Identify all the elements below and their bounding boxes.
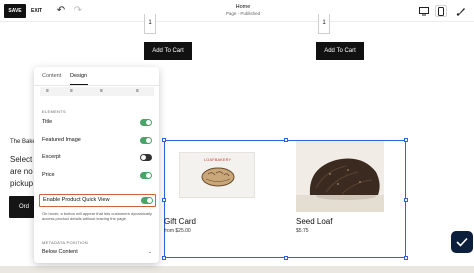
resize-handle[interactable]	[162, 256, 166, 260]
product-name[interactable]: Seed Loaf	[296, 217, 332, 226]
toggle-row-title: Title	[42, 118, 152, 128]
check-icon	[456, 237, 468, 247]
quick-view-toggle[interactable]	[141, 197, 153, 204]
toggle-label: Enable Product Quick View	[43, 197, 110, 203]
metadata-heading: METADATA POSITION	[42, 240, 88, 245]
resize-handle[interactable]	[404, 256, 408, 260]
toggle-label: Price	[42, 172, 55, 178]
tab-content[interactable]: Content	[42, 73, 61, 79]
toggle-row-excerpt: Excerpt	[42, 153, 152, 163]
exit-button[interactable]: EXIT	[31, 4, 42, 18]
page-title-block: Home Page · Published	[200, 4, 286, 17]
save-button[interactable]: SAVE	[4, 4, 26, 18]
add-to-cart-button[interactable]: Add To Cart	[144, 42, 192, 60]
resize-handle[interactable]	[284, 256, 288, 260]
toggle-label: Title	[42, 119, 53, 125]
quick-view-highlight: Enable Product Quick View	[39, 194, 156, 207]
tab-divider	[34, 85, 159, 86]
toggle-row-featured-image: Featured Image	[42, 136, 152, 146]
page-title: Home	[235, 4, 251, 10]
layout-option-icon[interactable]: ≡	[68, 88, 75, 94]
align-left-icon[interactable]: ≡	[44, 88, 51, 94]
product-price: $5.75	[296, 228, 309, 234]
checklist-button[interactable]	[451, 231, 473, 253]
toggle-row-quick-view: Enable Product Quick View	[43, 196, 153, 206]
title-toggle[interactable]	[140, 119, 152, 126]
toggle-label: Excerpt	[42, 154, 61, 160]
metadata-position-select[interactable]: Below Content ⌄	[42, 249, 152, 258]
quantity-field[interactable]: 1	[144, 14, 156, 34]
layout-option-icon[interactable]: ≡	[98, 88, 105, 94]
toggle-label: Featured Image	[42, 137, 81, 143]
redo-icon[interactable]: ↷	[72, 4, 84, 18]
resize-handle[interactable]	[404, 138, 408, 142]
selection-frame[interactable]	[162, 138, 408, 260]
desktop-icon[interactable]	[418, 5, 430, 17]
price-toggle[interactable]	[140, 172, 152, 179]
tab-design[interactable]: Design	[70, 73, 87, 79]
page-status: Page · Published	[225, 11, 261, 16]
elements-heading: ELEMENTS	[42, 109, 66, 114]
resize-handle[interactable]	[284, 138, 288, 142]
add-to-cart-button[interactable]: Add To Cart	[316, 42, 364, 60]
mobile-icon[interactable]	[435, 5, 447, 17]
align-right-icon[interactable]: ≡	[134, 88, 141, 94]
editor-page: SAVE EXIT ↶ ↷ Home Page · Published 1 1 …	[0, 0, 474, 273]
undo-icon[interactable]: ↶	[55, 4, 67, 18]
chevron-down-icon: ⌄	[147, 249, 152, 255]
section-title: The Bake	[10, 139, 36, 145]
resize-handle[interactable]	[404, 198, 408, 202]
toggle-row-price: Price	[42, 171, 152, 181]
quick-view-description: On hover, a button will appear that lets…	[42, 211, 152, 222]
top-toolbar: SAVE EXIT ↶ ↷ Home Page · Published	[0, 0, 474, 22]
style-icon[interactable]	[455, 5, 467, 17]
product-price: from $25.00	[164, 228, 191, 234]
design-panel: Content Design ≡ ≡ ≡ ≡ ELEMENTS Title Fe…	[34, 67, 159, 263]
resize-handle[interactable]	[162, 138, 166, 142]
featured-image-toggle[interactable]	[140, 137, 152, 144]
excerpt-toggle[interactable]	[140, 154, 152, 161]
product-name[interactable]: Gift Card	[164, 217, 196, 226]
layout-options: ≡ ≡ ≡ ≡	[40, 87, 154, 96]
quantity-field[interactable]: 1	[318, 14, 330, 34]
select-value: Below Content	[42, 249, 78, 255]
next-section-strip	[0, 266, 474, 273]
resize-handle[interactable]	[162, 198, 166, 202]
